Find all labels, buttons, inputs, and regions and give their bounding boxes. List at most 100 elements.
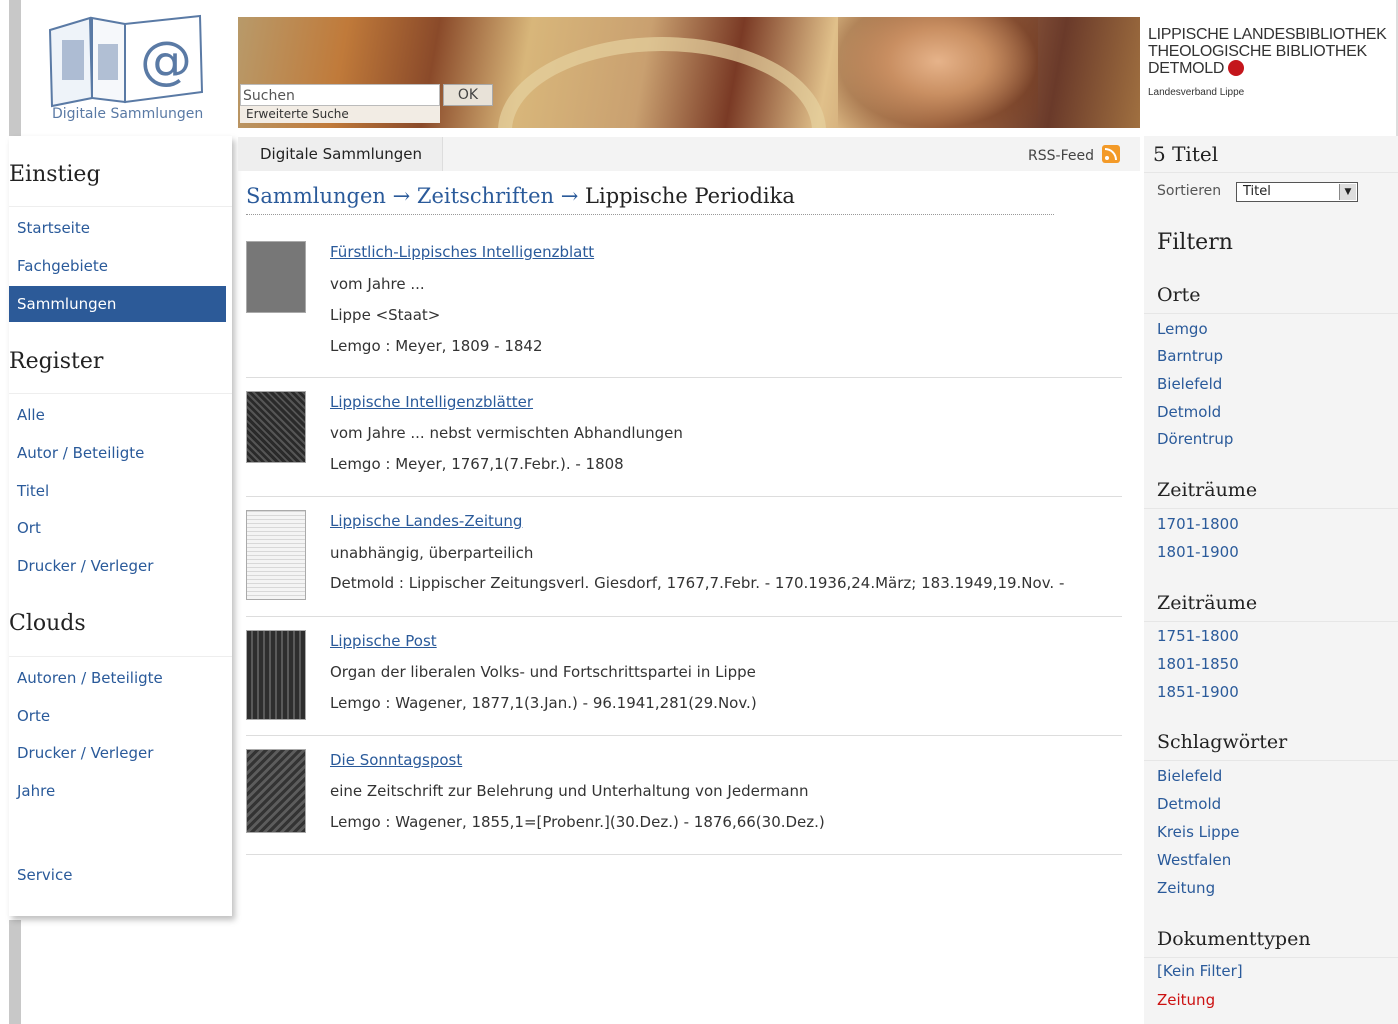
result-title[interactable]: Fürstlich-Lippisches Intelligenzblatt bbox=[330, 243, 594, 261]
result-thumbnail[interactable] bbox=[246, 630, 306, 720]
result-thumbnail[interactable] bbox=[246, 241, 306, 313]
breadcrumb-separator: → bbox=[392, 184, 411, 208]
filter-link-active[interactable]: Zeitung bbox=[1157, 991, 1215, 1009]
nav-item-alle[interactable]: Alle bbox=[9, 397, 226, 433]
filter-link[interactable]: Barntrup bbox=[1157, 347, 1223, 365]
left-edge-bar-bottom bbox=[9, 920, 21, 1024]
result-divider bbox=[246, 735, 1122, 736]
search-input[interactable]: Suchen bbox=[240, 84, 440, 106]
result-title[interactable]: Lippische Intelligenzblätter bbox=[330, 393, 533, 411]
panel-divider bbox=[1144, 957, 1398, 958]
filter-group-zeitraeume-2: Zeiträume bbox=[1157, 592, 1258, 614]
library-name-1: LIPPISCHE LANDESBIBLIOTHEK bbox=[1148, 26, 1387, 43]
panel-divider bbox=[1144, 313, 1398, 314]
result-divider bbox=[246, 616, 1122, 617]
breadcrumb-zeitschriften[interactable]: Zeitschriften bbox=[417, 184, 554, 208]
library-name-3: DETMOLD bbox=[1148, 60, 1225, 77]
filter-link[interactable]: Bielefeld bbox=[1157, 375, 1222, 393]
banner-figure bbox=[838, 17, 1038, 128]
filter-link[interactable]: 1701-1800 bbox=[1157, 515, 1239, 533]
result-place: Lippe <Staat> bbox=[330, 306, 441, 324]
filter-link[interactable]: 1851-1900 bbox=[1157, 683, 1239, 701]
filter-link[interactable]: Detmold bbox=[1157, 795, 1221, 813]
search-button[interactable]: OK bbox=[443, 84, 493, 106]
result-divider bbox=[246, 854, 1122, 855]
sort-select[interactable]: Titel ▼ bbox=[1236, 182, 1358, 202]
left-navigation: Einstieg Startseite Fachgebiete Sammlung… bbox=[9, 136, 232, 916]
breadcrumb-sammlungen[interactable]: Sammlungen bbox=[246, 184, 386, 208]
filter-link[interactable]: [Kein Filter] bbox=[1157, 962, 1243, 980]
nav-item-autor[interactable]: Autor / Beteiligte bbox=[9, 435, 226, 471]
result-subtitle: unabhängig, überparteilich bbox=[330, 544, 534, 562]
nav-heading-einstieg: Einstieg bbox=[9, 162, 101, 187]
filter-link[interactable]: 1801-1900 bbox=[1157, 543, 1239, 561]
nav-heading-register: Register bbox=[9, 349, 104, 374]
sort-value: Titel bbox=[1243, 184, 1271, 199]
rss-label: RSS-Feed bbox=[1028, 148, 1094, 164]
content-topbar: Digitale Sammlungen RSS-Feed bbox=[238, 137, 1140, 171]
tab-digitale-sammlungen[interactable]: Digitale Sammlungen bbox=[238, 137, 443, 171]
result-title[interactable]: Die Sonntagspost bbox=[330, 751, 462, 769]
panel-divider bbox=[1144, 621, 1398, 622]
result-count: 5 Titel bbox=[1153, 142, 1219, 166]
result-subtitle: vom Jahre ... bbox=[330, 275, 425, 293]
tab-label: Digitale Sammlungen bbox=[260, 145, 423, 163]
result-title[interactable]: Lippische Landes-Zeitung bbox=[330, 512, 522, 530]
nav-divider bbox=[9, 656, 232, 657]
filter-link[interactable]: 1801-1850 bbox=[1157, 655, 1239, 673]
chevron-down-icon: ▼ bbox=[1339, 184, 1356, 200]
sort-label: Sortieren bbox=[1157, 183, 1222, 199]
breadcrumb-current: Lippische Periodika bbox=[585, 184, 795, 208]
result-divider bbox=[246, 496, 1122, 497]
filter-link[interactable]: Westfalen bbox=[1157, 851, 1231, 869]
rss-feed-link[interactable]: RSS-Feed bbox=[1028, 145, 1120, 164]
nav-item-titel[interactable]: Titel bbox=[9, 473, 226, 509]
result-subtitle: vom Jahre ... nebst vermischten Abhandlu… bbox=[330, 424, 683, 442]
filter-link[interactable]: Bielefeld bbox=[1157, 767, 1222, 785]
nav-item-sammlungen[interactable]: Sammlungen bbox=[9, 286, 226, 322]
nav-item-fachgebiete[interactable]: Fachgebiete bbox=[9, 248, 226, 284]
nav-item-ort[interactable]: Ort bbox=[9, 510, 226, 546]
nav-item-drucker-cloud[interactable]: Drucker / Verleger bbox=[9, 735, 226, 771]
result-title[interactable]: Lippische Post bbox=[330, 632, 437, 650]
filter-group-zeitraeume: Zeiträume bbox=[1157, 479, 1258, 501]
library-sub: Landesverband Lippe bbox=[1148, 87, 1245, 98]
rss-icon bbox=[1102, 145, 1120, 163]
result-imprint: Lemgo : Meyer, 1767,1(7.Febr.). - 1808 bbox=[330, 455, 624, 473]
result-imprint: Lemgo : Wagener, 1877,1(3.Jan.) - 96.194… bbox=[330, 694, 757, 712]
banner-ornament bbox=[498, 37, 826, 128]
result-thumbnail[interactable] bbox=[246, 391, 306, 463]
result-divider bbox=[246, 377, 1122, 378]
nav-heading-clouds: Clouds bbox=[9, 611, 86, 636]
nav-item-startseite[interactable]: Startseite bbox=[9, 210, 226, 246]
library-name-2: THEOLOGISCHE BIBLIOTHEK bbox=[1148, 43, 1367, 60]
result-imprint: Lemgo : Meyer, 1809 - 1842 bbox=[330, 337, 543, 355]
nav-item-service[interactable]: Service bbox=[9, 857, 226, 893]
nav-item-drucker[interactable]: Drucker / Verleger bbox=[9, 548, 226, 584]
site-logo[interactable]: @ Digitale Sammlungen bbox=[40, 10, 215, 130]
filter-link[interactable]: Zeitung bbox=[1157, 879, 1215, 897]
nav-item-jahre-cloud[interactable]: Jahre bbox=[9, 773, 226, 809]
svg-text:@: @ bbox=[140, 31, 192, 91]
filter-heading: Filtern bbox=[1157, 230, 1233, 255]
advanced-search-link[interactable]: Erweiterte Suche bbox=[240, 106, 440, 123]
result-imprint: Detmold : Lippischer Zeitungsverl. Giesd… bbox=[330, 574, 1065, 592]
panel-divider bbox=[1144, 172, 1398, 173]
library-logo[interactable]: LIPPISCHE LANDESBIBLIOTHEK THEOLOGISCHE … bbox=[1148, 26, 1396, 98]
nav-item-autoren-cloud[interactable]: Autoren / Beteiligte bbox=[9, 660, 226, 696]
result-imprint: Lemgo : Wagener, 1855,1=[Probenr.](30.De… bbox=[330, 813, 825, 831]
result-thumbnail[interactable] bbox=[246, 510, 306, 600]
filter-link[interactable]: Lemgo bbox=[1157, 320, 1208, 338]
panel-divider bbox=[1144, 508, 1398, 509]
filter-link[interactable]: Kreis Lippe bbox=[1157, 823, 1239, 841]
filter-group-schlagwoerter: Schlagwörter bbox=[1157, 731, 1288, 753]
nav-item-orte-cloud[interactable]: Orte bbox=[9, 698, 226, 734]
filter-link[interactable]: Dörentrup bbox=[1157, 430, 1233, 448]
filter-group-dokumenttypen: Dokumenttypen bbox=[1157, 928, 1311, 950]
result-subtitle: Organ der liberalen Volks- und Fortschri… bbox=[330, 663, 756, 681]
filter-link[interactable]: Detmold bbox=[1157, 403, 1221, 421]
result-thumbnail[interactable] bbox=[246, 749, 306, 833]
filter-link[interactable]: 1751-1800 bbox=[1157, 627, 1239, 645]
book-at-icon: @ bbox=[48, 14, 204, 108]
logo-caption: Digitale Sammlungen bbox=[52, 106, 204, 122]
